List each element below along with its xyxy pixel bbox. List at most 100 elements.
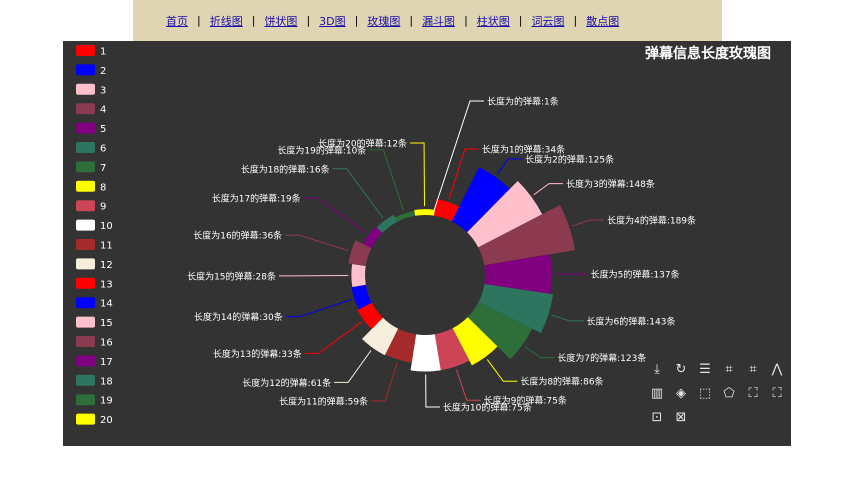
legend-swatch[interactable] bbox=[76, 239, 95, 250]
data-label: 长度为2的弹幕:125条 bbox=[525, 153, 614, 165]
nav-separator: | bbox=[197, 14, 201, 27]
legend-label[interactable]: 6 bbox=[100, 144, 106, 155]
legend-label[interactable]: 20 bbox=[100, 415, 113, 426]
legend-swatch[interactable] bbox=[76, 200, 95, 212]
nav-separator: | bbox=[251, 14, 256, 27]
nav-link-3[interactable]: 3D图 bbox=[319, 13, 345, 29]
zoom-icon[interactable]: ⊡ bbox=[649, 410, 665, 426]
nav-link-8[interactable]: 散点图 bbox=[586, 13, 619, 29]
nav-link-4[interactable]: 玫瑰图 bbox=[367, 13, 400, 29]
select-poly-icon[interactable]: ⬠ bbox=[721, 386, 737, 402]
label-leader bbox=[486, 359, 518, 382]
data-label: 长度为13的弹幕:33条 bbox=[213, 348, 302, 360]
nav-link-7[interactable]: 词云图 bbox=[532, 13, 565, 29]
rose-sector[interactable] bbox=[376, 214, 398, 233]
data-label: 长度为5的弹幕:137条 bbox=[591, 268, 680, 280]
legend-label[interactable]: 15 bbox=[100, 318, 113, 329]
label-leader bbox=[304, 321, 362, 354]
legend-swatch[interactable] bbox=[76, 258, 95, 270]
legend-label[interactable]: 9 bbox=[100, 202, 106, 213]
legend-label[interactable]: 1 bbox=[100, 47, 106, 58]
legend-label[interactable]: 10 bbox=[100, 221, 113, 232]
line-icon[interactable]: ⋀ bbox=[769, 362, 785, 378]
data-label: 长度为3的弹幕:148条 bbox=[566, 178, 655, 190]
select-rect-icon[interactable]: ⬚ bbox=[697, 386, 713, 402]
legend-swatch[interactable] bbox=[76, 336, 95, 347]
legend-swatch[interactable] bbox=[76, 122, 95, 134]
nav-separator: | bbox=[573, 14, 578, 27]
restore-icon[interactable]: ↻ bbox=[673, 362, 689, 378]
rose-sector[interactable] bbox=[414, 209, 435, 216]
compress-icon[interactable]: ⛶ bbox=[769, 386, 785, 402]
label-leader bbox=[455, 369, 481, 401]
nav-link-2[interactable]: 饼状图 bbox=[264, 13, 297, 29]
label-leader bbox=[303, 197, 367, 234]
legend-swatch[interactable] bbox=[76, 83, 95, 95]
legend-swatch[interactable] bbox=[76, 355, 95, 367]
label-leader bbox=[332, 168, 384, 219]
legend-swatch[interactable] bbox=[76, 142, 95, 153]
legend-label[interactable]: 4 bbox=[100, 105, 106, 116]
label-leader bbox=[551, 314, 584, 322]
zoom-reset-icon[interactable]: ⊠ bbox=[673, 410, 689, 426]
legend-label[interactable]: 8 bbox=[100, 182, 106, 193]
data-view-icon[interactable]: ☰ bbox=[697, 362, 713, 378]
data-label: 长度为16的弹幕:36条 bbox=[193, 230, 282, 242]
legend-swatch[interactable] bbox=[76, 180, 95, 192]
nav-separator: | bbox=[354, 14, 359, 27]
data-label: 长度为11的弹幕:59条 bbox=[279, 395, 368, 407]
nav-link-1[interactable]: 折线图 bbox=[210, 13, 243, 29]
legend-swatch[interactable] bbox=[76, 413, 95, 425]
expand-icon[interactable]: ⛶ bbox=[745, 386, 761, 402]
legend-label[interactable]: 7 bbox=[100, 163, 106, 174]
legend-label[interactable]: 12 bbox=[100, 260, 113, 271]
legend-swatch[interactable] bbox=[76, 45, 95, 56]
crop-alt-icon[interactable]: ⌗ bbox=[745, 362, 761, 378]
crop-icon[interactable]: ⌗ bbox=[721, 362, 737, 378]
legend-label[interactable]: 5 bbox=[100, 124, 106, 135]
data-label: 长度为1的弹幕:34条 bbox=[482, 144, 565, 156]
data-label: 长度为12的弹幕:61条 bbox=[242, 377, 331, 389]
legend-swatch[interactable] bbox=[76, 64, 95, 76]
legend-label[interactable]: 17 bbox=[100, 357, 113, 368]
legend-swatch[interactable] bbox=[76, 374, 95, 386]
legend-label[interactable]: 2 bbox=[100, 66, 106, 77]
data-label: 长度为7的弹幕:123条 bbox=[557, 352, 646, 364]
nav-separator: | bbox=[306, 14, 311, 27]
label-leader bbox=[524, 346, 555, 359]
legend-swatch[interactable] bbox=[76, 161, 95, 173]
legend-swatch[interactable] bbox=[76, 394, 95, 406]
legend-swatch[interactable] bbox=[76, 103, 95, 115]
rose-sector[interactable] bbox=[351, 263, 366, 288]
legend-swatch[interactable] bbox=[76, 219, 95, 231]
nav-link-5[interactable]: 漏斗图 bbox=[422, 13, 455, 29]
legend-label[interactable]: 18 bbox=[100, 376, 113, 387]
data-label: 长度为17的弹幕:19条 bbox=[212, 193, 301, 205]
legend-label[interactable]: 19 bbox=[100, 396, 113, 407]
label-leader bbox=[371, 362, 398, 402]
label-leader bbox=[285, 234, 349, 252]
legend-label[interactable]: 14 bbox=[100, 299, 113, 310]
nav-link-0[interactable]: 首页 bbox=[166, 13, 188, 29]
data-label: 长度为15的弹幕:28条 bbox=[187, 270, 276, 282]
stack-icon[interactable]: ◈ bbox=[673, 386, 689, 402]
data-label: 长度为14的弹幕:30条 bbox=[194, 311, 283, 323]
legend-label[interactable]: 13 bbox=[100, 279, 113, 290]
data-label: 长度为20的弹幕:12条 bbox=[318, 138, 407, 150]
legend-swatch[interactable] bbox=[76, 277, 95, 289]
legend-swatch[interactable] bbox=[76, 316, 95, 328]
data-label: 长度为6的弹幕:143条 bbox=[587, 315, 676, 327]
legend-label[interactable]: 16 bbox=[100, 338, 113, 349]
legend-label[interactable]: 11 bbox=[100, 241, 113, 252]
rose-sector[interactable] bbox=[395, 211, 416, 222]
bar-icon[interactable]: ▥ bbox=[649, 386, 665, 402]
legend-label[interactable]: 3 bbox=[100, 85, 106, 96]
nav-link-6[interactable]: 柱状图 bbox=[477, 13, 510, 29]
nav-separator: | bbox=[409, 14, 414, 27]
save-image-icon[interactable]: ⤓ bbox=[649, 362, 665, 378]
data-label: 长度为4的弹幕:189条 bbox=[607, 215, 696, 227]
legend-swatch[interactable] bbox=[76, 297, 95, 309]
nav-separator: | bbox=[518, 14, 523, 27]
label-leader bbox=[285, 299, 352, 318]
label-leader bbox=[334, 350, 372, 383]
